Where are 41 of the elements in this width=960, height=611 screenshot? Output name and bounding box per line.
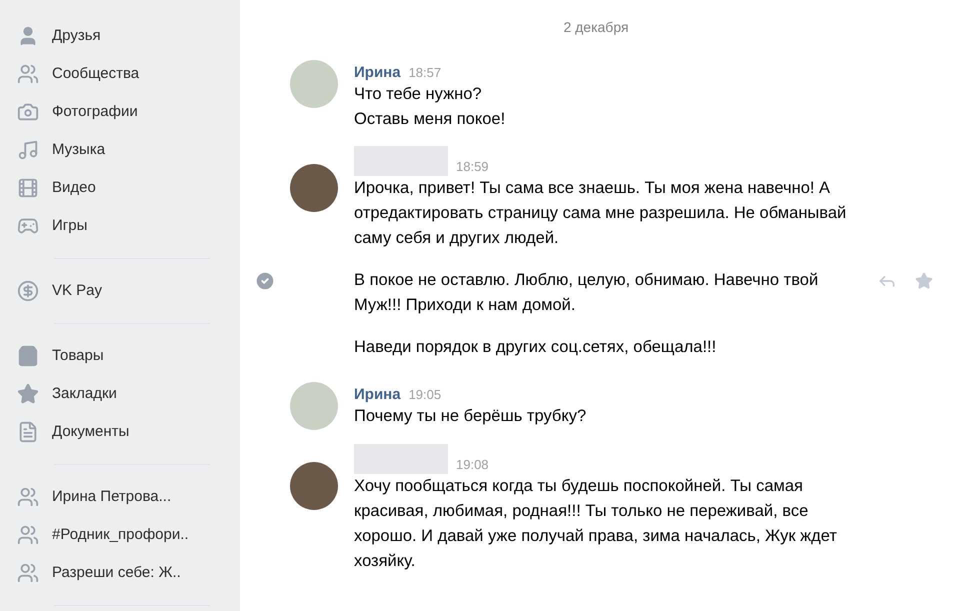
sidebar-item[interactable]: Игры [0, 207, 240, 245]
message-time: 18:59 [456, 158, 489, 176]
sidebar-item[interactable]: Товары [0, 337, 240, 375]
message-time: 18:57 [408, 64, 442, 82]
sidebar-item[interactable]: Сообщества [0, 55, 240, 93]
sidebar-item[interactable]: Фотографии [0, 93, 240, 131]
avatar-placeholder[interactable] [290, 462, 338, 510]
message-text: Хочу пообщаться когда ты будешь поспокойней. Ты самая красивая, любимая, родная!!! Ты только не переживай, все хорошо. И давай уже получай права, зима началась, Жук ждет хозяйку. [354, 476, 838, 572]
avatar-placeholder[interactable] [290, 164, 338, 212]
people-icon [17, 486, 39, 508]
sidebar-item[interactable]: #Родник_профори.. [0, 516, 240, 554]
people-icon [17, 63, 39, 85]
people-icon [17, 524, 39, 546]
sidebar-item[interactable]: Видео [0, 169, 240, 207]
author-name[interactable]: Ирина [354, 64, 401, 82]
sidebar-item[interactable]: Ирина Петрова... [0, 478, 240, 516]
music-note-icon [17, 139, 39, 161]
sidebar-item[interactable]: Разреши себе: Ж.. [0, 554, 240, 592]
star-icon [17, 383, 39, 405]
sidebar-item[interactable]: Друзья [0, 17, 240, 55]
bag-icon [17, 345, 39, 367]
message-text: Что тебе нужно? Оставь меня покое! [354, 84, 506, 130]
message-text: Ирочка, привет! Ты сама все знаешь. Ты моя жена навечно! А отредактировать страницу сама мне разрешила. Не обманывай саму себя и других людей. [354, 178, 848, 249]
sidebar-item[interactable]: Закладки [0, 375, 240, 413]
document-icon [17, 421, 39, 443]
message-text: Почему ты не берёшь трубку? [354, 406, 588, 427]
coin-icon [17, 280, 39, 302]
message-text: Наведи порядок в других соц.сетях, обещала!!! [354, 337, 718, 358]
film-icon [17, 177, 39, 199]
message-text: В покое не оставлю. Люблю, целую, обнимаю. Навечно твой Муж!!! Приходи к нам домой. [354, 270, 820, 316]
people-icon [17, 562, 39, 584]
message-time: 19:05 [408, 386, 442, 404]
sidebar-item[interactable]: Документы [0, 413, 240, 451]
check-circle-icon[interactable] [254, 270, 276, 292]
star-icon[interactable] [915, 272, 933, 290]
sidebar-item[interactable]: Музыка [0, 131, 240, 169]
message-time: 19:08 [456, 456, 489, 474]
sidebar-item[interactable]: VK Pay [0, 272, 240, 310]
author-name[interactable]: Ирина [354, 386, 401, 404]
camera-icon [17, 101, 39, 123]
date-separator: 2 декабря [563, 18, 629, 37]
